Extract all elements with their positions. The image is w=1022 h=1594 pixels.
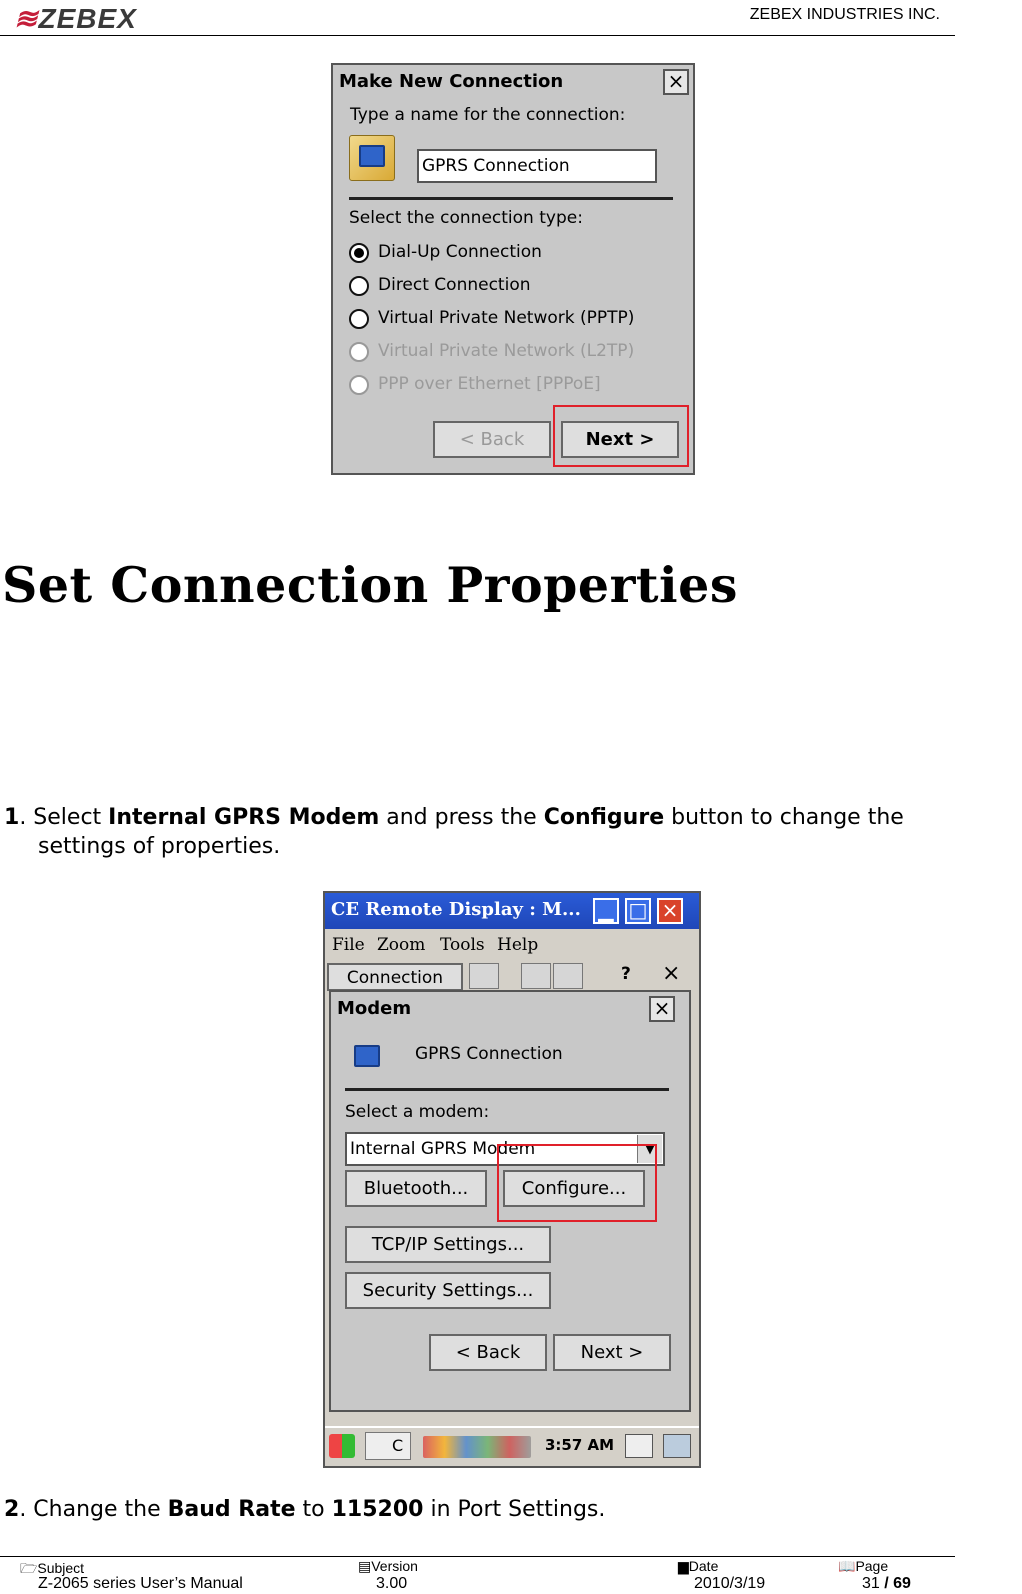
ce-remote-display-window: CE Remote Display : M... ▁ □ × File Zoom… bbox=[323, 891, 701, 1468]
minimize-button[interactable]: ▁ bbox=[593, 898, 619, 924]
connection-name: GPRS Connection bbox=[415, 1044, 563, 1064]
name-prompt: Type a name for the connection: bbox=[350, 105, 626, 125]
header-rule bbox=[0, 35, 955, 36]
help-icon[interactable]: ? bbox=[621, 964, 631, 984]
connection-name-input[interactable]: GPRS Connection bbox=[417, 149, 657, 183]
calendar-icon: ▆ bbox=[678, 1558, 689, 1574]
radio-l2tp bbox=[349, 342, 369, 362]
back-button[interactable]: < Back bbox=[433, 421, 551, 458]
date-value: 2010/3/19 bbox=[694, 1575, 766, 1592]
windows-start-icon[interactable] bbox=[329, 1434, 355, 1458]
highlight-next bbox=[553, 405, 689, 467]
text: to bbox=[295, 1497, 332, 1522]
tray-icons bbox=[423, 1436, 531, 1458]
radio-dialup[interactable] bbox=[349, 243, 369, 263]
separator bbox=[345, 1088, 669, 1091]
page-value: 31 / 69 bbox=[862, 1575, 911, 1592]
highlight-configure bbox=[497, 1144, 657, 1222]
radio-pppoe bbox=[349, 375, 369, 395]
folder-icon: 🗁 bbox=[20, 1560, 38, 1576]
tcpip-settings-button[interactable]: TCP/IP Settings... bbox=[345, 1226, 551, 1263]
text: . Change the bbox=[19, 1497, 168, 1522]
modem-name: Internal GPRS Modem bbox=[108, 805, 380, 830]
network-connection-icon bbox=[349, 135, 395, 181]
next-button[interactable]: Next > bbox=[553, 1334, 671, 1371]
option-pptp-label: Virtual Private Network (PPTP) bbox=[378, 308, 635, 328]
step-1-text: 1. Select Internal GPRS Modem and press … bbox=[4, 805, 904, 830]
bluetooth-button[interactable]: Bluetooth... bbox=[345, 1170, 487, 1207]
dialog-title: Make New Connection bbox=[333, 65, 693, 99]
zebex-logo: ≋ZEBEX bbox=[14, 3, 137, 34]
toolbar-icon[interactable] bbox=[469, 963, 499, 989]
option-pppoe-label: PPP over Ethernet [PPPoE] bbox=[378, 374, 601, 394]
toolbar-close-icon[interactable]: × bbox=[662, 961, 680, 986]
network-connection-icon bbox=[345, 1036, 387, 1078]
subject-value: Z-2065 series User’s Manual bbox=[38, 1575, 243, 1592]
maximize-button[interactable]: □ bbox=[625, 898, 651, 924]
option-dialup-label: Dial-Up Connection bbox=[378, 242, 542, 262]
toolbar-icon[interactable] bbox=[521, 963, 551, 989]
type-prompt: Select the connection type: bbox=[349, 208, 583, 228]
configure-ref: Configure bbox=[543, 805, 665, 830]
step-2-text: 2. Change the Baud Rate to 115200 in Por… bbox=[4, 1497, 605, 1522]
radio-direct[interactable] bbox=[349, 276, 369, 296]
modem-close-button[interactable]: × bbox=[649, 996, 675, 1022]
security-settings-button[interactable]: Security Settings... bbox=[345, 1272, 551, 1309]
modem-dialog-title: Modem bbox=[331, 992, 689, 1026]
version-label: ▤Version bbox=[358, 1558, 418, 1574]
text: button to change the bbox=[664, 805, 904, 830]
clock: 3:57 AM bbox=[545, 1436, 615, 1454]
book-icon: 📖 bbox=[838, 1558, 856, 1574]
option-l2tp-label: Virtual Private Network (L2TP) bbox=[378, 341, 635, 361]
section-title: Set Connection Properties bbox=[2, 556, 738, 614]
keyboard-icon[interactable] bbox=[625, 1434, 653, 1458]
page-label: 📖Page bbox=[838, 1558, 889, 1574]
menu-help[interactable]: Help bbox=[497, 935, 538, 955]
text: in Port Settings. bbox=[423, 1497, 606, 1522]
radio-pptp[interactable] bbox=[349, 309, 369, 329]
step-number: 2 bbox=[4, 1497, 20, 1522]
separator bbox=[349, 197, 673, 200]
menu-tools[interactable]: Tools bbox=[440, 935, 485, 955]
connection-toolbar-button[interactable]: Connection bbox=[327, 963, 463, 991]
text: and press the bbox=[379, 805, 544, 830]
modem-prompt: Select a modem: bbox=[345, 1102, 490, 1122]
back-button[interactable]: < Back bbox=[429, 1334, 547, 1371]
step-1-text-line2: settings of properties. bbox=[38, 834, 281, 859]
company-name: ZEBEX INDUSTRIES INC. bbox=[749, 6, 940, 23]
taskbar: C 3:57 AM bbox=[325, 1426, 699, 1466]
version-value: 3.00 bbox=[376, 1575, 408, 1592]
option-direct-label: Direct Connection bbox=[378, 275, 531, 295]
modem-dialog: Modem × GPRS Connection Select a modem: … bbox=[329, 990, 691, 1412]
baud-value: 115200 bbox=[331, 1497, 424, 1522]
menu-zoom[interactable]: Zoom bbox=[377, 935, 425, 955]
footer-rule bbox=[0, 1556, 955, 1557]
make-new-connection-dialog: Make New Connection × Type a name for th… bbox=[331, 63, 695, 475]
task-button[interactable]: C bbox=[365, 1432, 411, 1460]
baud-rate-ref: Baud Rate bbox=[167, 1497, 296, 1522]
toolbar-icon[interactable] bbox=[553, 963, 583, 989]
window-close-button[interactable]: × bbox=[657, 898, 683, 924]
text: . Select bbox=[19, 805, 109, 830]
document-icon: ▤ bbox=[358, 1558, 372, 1574]
date-label: ▆Date bbox=[678, 1558, 719, 1574]
desktop-icon[interactable] bbox=[663, 1434, 691, 1458]
close-button[interactable]: × bbox=[663, 69, 689, 95]
menu-file[interactable]: File bbox=[332, 935, 365, 955]
step-number: 1 bbox=[4, 805, 20, 830]
